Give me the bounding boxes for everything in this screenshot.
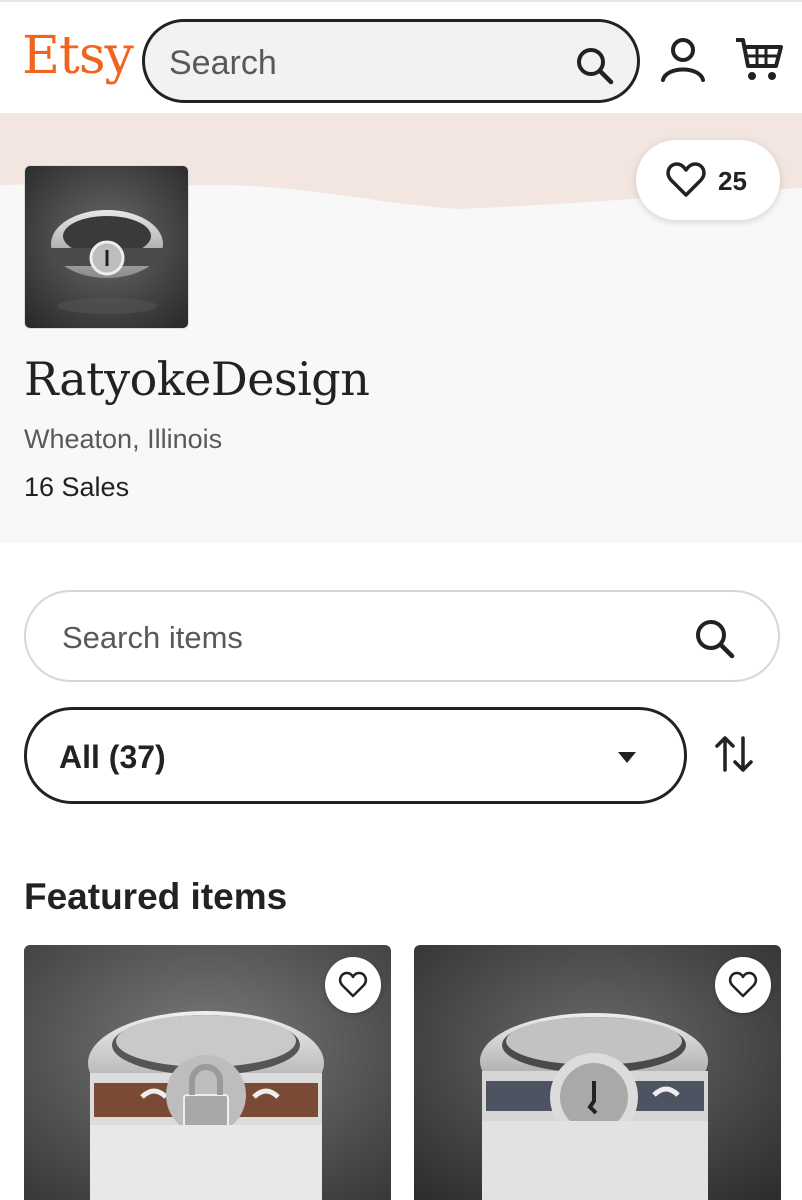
section-filter-dropdown[interactable]: All (37) [24, 707, 687, 804]
favorites-count: 25 [718, 166, 747, 196]
chevron-down-icon [618, 752, 636, 763]
shop-location: Wheaton, Illinois [24, 424, 223, 454]
site-search-placeholder: Search [169, 44, 277, 82]
site-search-input[interactable]: Search [142, 19, 640, 103]
favorite-button[interactable] [715, 957, 771, 1013]
shop-avatar[interactable] [24, 165, 189, 329]
featured-items-heading: Featured items [24, 876, 288, 917]
heart-icon [666, 162, 706, 197]
shop-sales[interactable]: 16 Sales [24, 472, 129, 503]
favorite-button[interactable] [325, 957, 381, 1013]
heart-icon [338, 971, 368, 998]
item-search-input[interactable]: Search items [24, 590, 780, 682]
etsy-logo[interactable]: Etsy [22, 30, 134, 82]
search-icon[interactable] [694, 618, 736, 660]
shop-favorite-button[interactable]: 25 [636, 140, 780, 220]
featured-item-card[interactable] [24, 945, 391, 1200]
cart-icon[interactable] [734, 36, 784, 82]
sort-icon[interactable] [712, 732, 756, 776]
shop-name: RatyokeDesign [24, 352, 370, 406]
filter-selected-value: All (37) [59, 739, 166, 775]
top-bar: Etsy Search [0, 0, 802, 113]
item-search-placeholder: Search items [62, 620, 243, 655]
heart-icon [728, 971, 758, 998]
shop-header: 25 RatyokeDesign Wheaton, Illinois 16 Sa… [0, 113, 802, 543]
user-icon[interactable] [660, 36, 706, 82]
search-icon[interactable] [575, 46, 615, 86]
featured-item-card[interactable] [414, 945, 781, 1200]
